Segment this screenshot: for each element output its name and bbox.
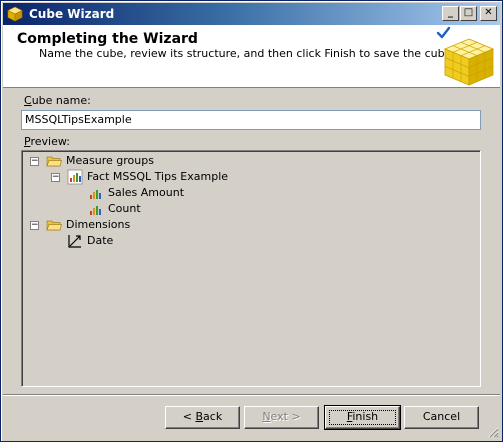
wizard-header: Completing the Wizard Name the cube, rev…: [3, 25, 500, 88]
footer-divider: [3, 394, 500, 396]
back-button[interactable]: < Back: [165, 406, 240, 429]
maximize-button[interactable]: □: [460, 6, 477, 21]
tree-label: Measure groups: [66, 154, 154, 167]
cube-name-input[interactable]: MSSQLTipsExample: [21, 110, 481, 130]
cube-name-label: Cube name:: [24, 94, 91, 107]
close-button[interactable]: ✕: [480, 6, 497, 21]
cancel-button[interactable]: Cancel: [404, 406, 479, 429]
measure-icon: [90, 206, 101, 215]
tree-label: Dimensions: [66, 218, 131, 231]
gold-cube-checkmark-icon: [436, 26, 495, 86]
folder-icon: [46, 156, 62, 167]
next-button[interactable]: Next >: [244, 406, 319, 429]
tree-label: Sales Amount: [108, 186, 185, 199]
measure-icon: [90, 190, 101, 199]
measure-group-icon: [67, 169, 83, 185]
resize-grip-icon[interactable]: [487, 426, 499, 438]
tree-label: Fact MSSQL Tips Example: [87, 170, 229, 183]
page-title: Completing the Wizard: [17, 31, 198, 47]
window-title: Cube Wizard: [29, 7, 115, 21]
cube-wizard-window: Cube Wizard _ □ ✕ Completing the Wizard …: [0, 0, 503, 442]
finish-button[interactable]: Finish: [324, 405, 401, 430]
tree-label: Date: [87, 234, 114, 247]
cube-icon: [7, 6, 23, 22]
collapse-toggle[interactable]: −: [51, 173, 60, 182]
page-subtitle: Name the cube, review its structure, and…: [39, 47, 455, 60]
collapse-toggle[interactable]: −: [30, 221, 39, 230]
title-bar[interactable]: Cube Wizard _ □ ✕: [3, 3, 500, 25]
preview-tree[interactable]: − Measure groups − Fact MSSQL Tips Examp…: [21, 150, 481, 387]
folder-icon: [46, 220, 62, 231]
preview-label: Preview:: [24, 135, 70, 148]
minimize-button[interactable]: _: [442, 6, 459, 21]
tree-label: Count: [108, 202, 141, 215]
collapse-toggle[interactable]: −: [30, 157, 39, 166]
dimension-icon: [68, 235, 81, 248]
